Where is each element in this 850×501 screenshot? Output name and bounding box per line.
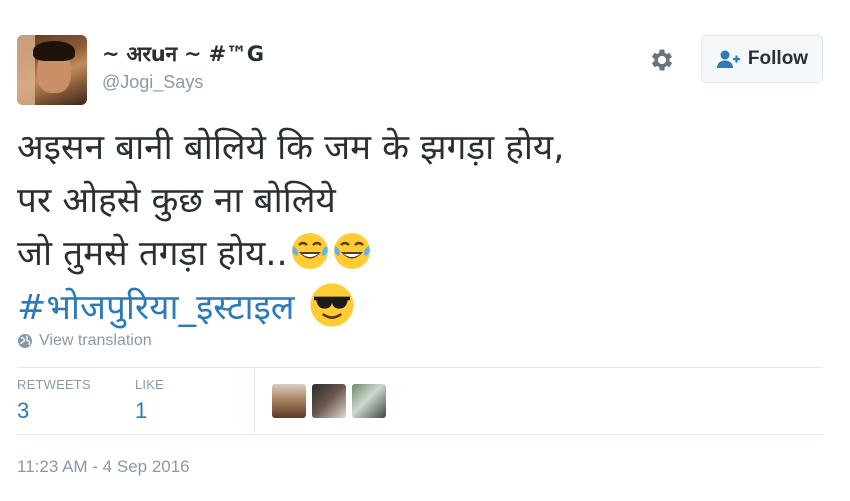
likes-count: 1 [135, 398, 148, 423]
globe-icon [18, 334, 32, 348]
stats-top-divider [17, 367, 823, 368]
retweets-count: 3 [17, 398, 30, 423]
avatar[interactable] [17, 35, 87, 105]
tweet-stats: RETWEETS 3 LIKE 1 [17, 369, 823, 433]
tweet-hashtag-wrap: #भोजपुरिया_इस्टाइल [17, 281, 817, 335]
tears-of-joy-emoji-icon-2 [333, 233, 370, 269]
liker-avatar[interactable] [352, 384, 386, 418]
liker-avatar[interactable] [272, 384, 306, 418]
hashtag-link[interactable]: #भोजपुरिया_इस्टाइल [17, 288, 295, 328]
user-handle[interactable]: @Jogi_Says [102, 72, 264, 93]
likes-stat[interactable]: LIKE 1 [135, 377, 164, 424]
tweet-line-3-wrap: जो तुमसे तगड़ा होय.. [17, 228, 817, 281]
view-translation-link[interactable]: View translation [17, 332, 152, 350]
tweet-timestamp[interactable]: 11:23 AM - 4 Sep 2016 [17, 457, 190, 477]
avatar-hair-shape [33, 41, 75, 61]
liker-avatars [272, 384, 386, 418]
view-translation-label: View translation [39, 332, 152, 349]
stats-bottom-divider [17, 434, 823, 435]
tweet-line-3: जो तुमसे तगड़ा होय.. [17, 234, 288, 274]
tweet-card: ~ अरuन ~ #™G @Jogi_Says Follow अइसन बानी… [0, 0, 850, 501]
avatar-arm-shape [17, 35, 35, 105]
add-user-icon [716, 50, 740, 68]
user-names[interactable]: ~ अरuन ~ #™G @Jogi_Says [102, 40, 264, 93]
gear-icon[interactable] [648, 46, 676, 74]
tears-of-joy-emoji-icon [291, 233, 328, 269]
likes-label: LIKE [135, 377, 164, 392]
sunglasses-emoji-icon [310, 283, 354, 327]
tweet-text: अइसन बानी बोलिये कि जम के झगड़ा होय, पर … [17, 122, 817, 335]
follow-label: Follow [747, 48, 809, 69]
tweet-line-1: अइसन बानी बोलिये कि जम के झगड़ा होय, [17, 128, 565, 168]
user-fullname[interactable]: ~ अरuन ~ #™G [102, 40, 264, 68]
retweets-label: RETWEETS [17, 377, 91, 392]
stats-separator [254, 369, 255, 433]
follow-button[interactable]: Follow [701, 35, 823, 83]
tweet-line-2: पर ओहसे कुछ ना बोलिये [17, 181, 336, 221]
retweets-stat[interactable]: RETWEETS 3 [17, 377, 91, 424]
liker-avatar[interactable] [312, 384, 346, 418]
